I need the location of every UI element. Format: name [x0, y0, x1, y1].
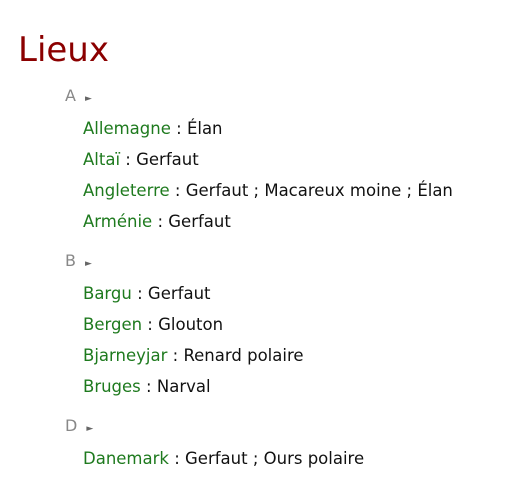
list-item: Danemark : Gerfaut ; Ours polaire — [83, 443, 516, 474]
separator: : — [140, 377, 157, 396]
list-item: Bergen : Glouton — [83, 309, 516, 340]
list-item: Altaï : Gerfaut — [83, 144, 516, 175]
separator: : — [131, 284, 148, 303]
list-item: Allemagne : Élan — [83, 113, 516, 144]
section-header-b[interactable]: B ► — [65, 247, 516, 275]
section-d: D ► Danemark : Gerfaut ; Ours polaire — [0, 412, 516, 474]
place-link[interactable]: Danemark — [83, 449, 169, 468]
separator: : — [170, 119, 187, 138]
separator: : — [120, 150, 137, 169]
list-item: Bjarneyjar : Renard polaire — [83, 340, 516, 371]
expand-triangle-icon[interactable]: ► — [85, 85, 92, 113]
animal-list: Glouton — [158, 315, 224, 334]
animal-list: Gerfaut ; Macareux moine ; Élan — [185, 181, 453, 200]
place-link[interactable]: Allemagne — [83, 119, 171, 138]
animal-list: Gerfaut — [136, 150, 199, 169]
animal-list: Gerfaut — [147, 284, 211, 303]
animal-list: Narval — [156, 377, 211, 396]
animal-list: Gerfaut — [168, 212, 231, 231]
animal-list: Renard polaire — [183, 346, 304, 365]
section-letter: B — [65, 251, 76, 270]
place-link[interactable]: Bjarneyjar — [83, 346, 167, 365]
list-item: Bruges : Narval — [83, 371, 516, 402]
list-item: Bargu : Gerfaut — [83, 278, 516, 309]
expand-triangle-icon[interactable]: ► — [85, 250, 92, 278]
page-title: Lieux — [18, 30, 109, 70]
section-letter: A — [65, 86, 76, 105]
separator: : — [152, 212, 169, 231]
place-link[interactable]: Bruges — [83, 377, 141, 396]
section-header-d[interactable]: D ► — [65, 412, 516, 440]
entry-list: Allemagne : Élan Altaï : Gerfaut Anglete… — [0, 110, 516, 237]
animal-list: Gerfaut ; Ours polaire — [185, 449, 365, 468]
entry-list: Danemark : Gerfaut ; Ours polaire — [0, 440, 516, 474]
animal-list: Élan — [186, 119, 223, 138]
places-index: A ► Allemagne : Élan Altaï : Gerfaut Angl… — [0, 82, 516, 484]
expand-triangle-icon[interactable]: ► — [86, 415, 93, 443]
place-link[interactable]: Bargu — [83, 284, 132, 303]
list-item: Angleterre : Gerfaut ; Macareux moine ; … — [83, 175, 516, 206]
separator: : — [142, 315, 159, 334]
section-b: B ► Bargu : Gerfaut Bergen : Glouton Bjar… — [0, 247, 516, 402]
place-link[interactable]: Arménie — [83, 212, 152, 231]
place-link[interactable]: Altaï — [83, 150, 120, 169]
section-a: A ► Allemagne : Élan Altaï : Gerfaut Angl… — [0, 82, 516, 237]
section-letter: D — [65, 416, 78, 435]
list-item: Arménie : Gerfaut — [83, 206, 516, 237]
separator: : — [167, 346, 184, 365]
entry-list: Bargu : Gerfaut Bergen : Glouton Bjarney… — [0, 275, 516, 402]
place-link[interactable]: Bergen — [83, 315, 142, 334]
place-link[interactable]: Angleterre — [83, 181, 170, 200]
separator: : — [169, 181, 186, 200]
separator: : — [168, 449, 186, 468]
section-header-a[interactable]: A ► — [65, 82, 516, 110]
